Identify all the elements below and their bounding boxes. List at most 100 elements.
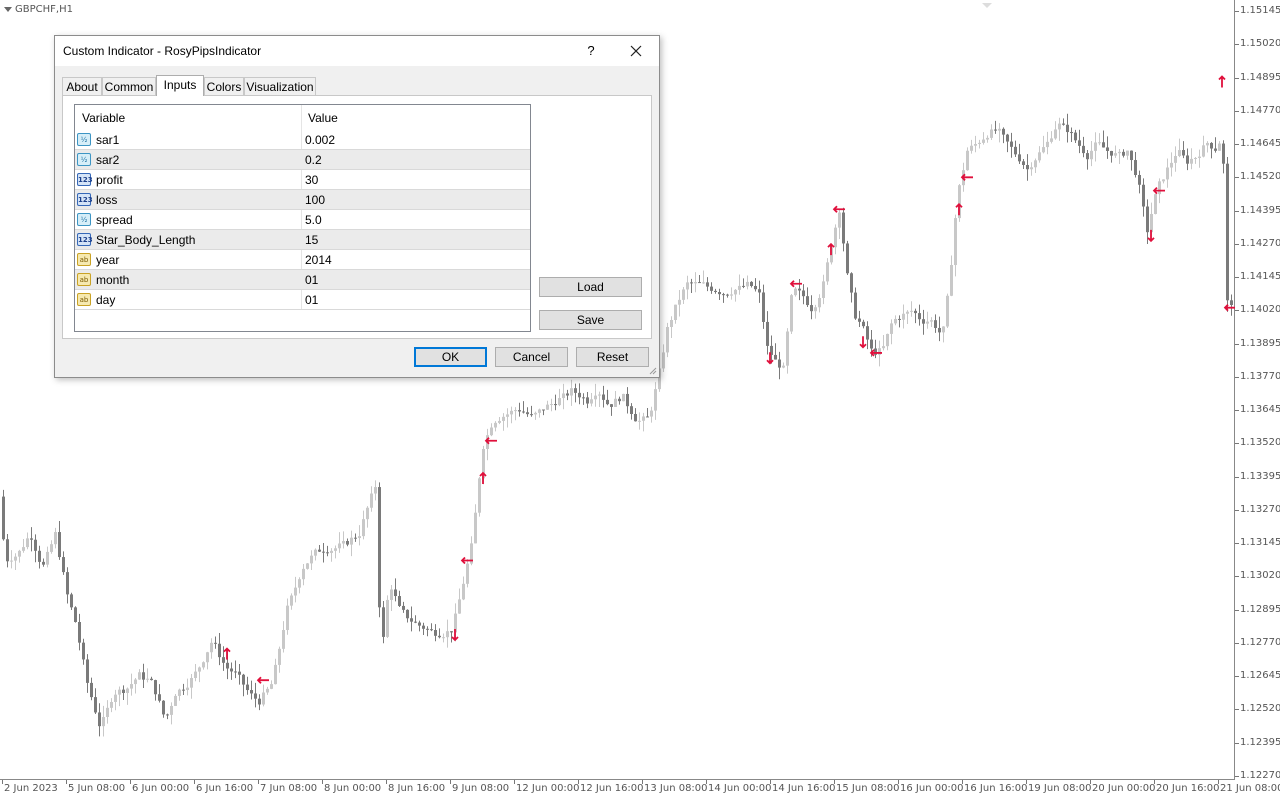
inputs-grid[interactable]: Variable Value ½ sar1 0.002 ½ sar2 0.2 123 prof… (74, 104, 531, 332)
candle-body (1130, 150, 1133, 161)
candle-body (1082, 145, 1085, 154)
save-button[interactable]: Save (539, 310, 642, 330)
candle-body (854, 292, 857, 319)
variable-name: spread (96, 213, 133, 227)
tab-colors[interactable]: Colors (204, 77, 244, 95)
candle-body (654, 389, 657, 411)
candle-body (1126, 150, 1129, 156)
candle-body (74, 607, 77, 622)
cancel-button[interactable]: Cancel (495, 347, 568, 367)
candle-body (442, 637, 445, 639)
help-button[interactable]: ? (576, 38, 606, 64)
candle-body (306, 563, 309, 569)
close-button[interactable] (621, 38, 651, 64)
candle-body (1138, 174, 1141, 185)
tab-visualization[interactable]: Visualization (244, 77, 316, 95)
signal-arrow-down-icon (451, 628, 459, 642)
candle-body (1142, 184, 1145, 207)
input-row-star-body-length[interactable]: 123 Star_Body_Length 15 (75, 230, 530, 250)
tab-common[interactable]: Common (102, 77, 156, 95)
time-label: 6 Jun 00:00 (132, 783, 190, 794)
time-label: 19 Jun 08:00 (1028, 783, 1092, 794)
price-tick (1235, 144, 1239, 146)
candle-body (138, 672, 141, 680)
variable-value[interactable]: 30 (305, 173, 318, 187)
candle-body (598, 394, 601, 396)
candle-body (274, 664, 277, 685)
candle-body (714, 290, 717, 293)
candle-body (10, 560, 13, 562)
variable-value[interactable]: 0.2 (305, 153, 322, 167)
column-header-value[interactable]: Value (308, 111, 338, 125)
candle-body (122, 689, 125, 693)
variable-value[interactable]: 2014 (305, 253, 332, 267)
variable-value[interactable]: 0.002 (305, 133, 335, 147)
dialog-titlebar[interactable]: Custom Indicator - RosyPipsIndicator ? (55, 36, 659, 66)
candle-body (102, 717, 105, 727)
candle-body (30, 538, 33, 540)
candle-body (286, 605, 289, 631)
candle-body (590, 399, 593, 404)
candle-body (634, 413, 637, 422)
candle-body (1198, 156, 1201, 158)
candle-body (522, 411, 525, 413)
candle-body (6, 539, 9, 562)
candle-body (762, 292, 765, 322)
variable-value[interactable]: 01 (305, 273, 318, 287)
input-row-profit[interactable]: 123 profit 30 (75, 170, 530, 190)
candle-body (1146, 206, 1149, 233)
price-tick (1235, 509, 1239, 511)
signal-arrow-up-icon (955, 202, 963, 216)
candle-body (538, 409, 541, 413)
load-button[interactable]: Load (539, 277, 642, 297)
input-row-sar1[interactable]: ½ sar1 0.002 (75, 130, 530, 150)
ok-button[interactable]: OK (414, 347, 487, 367)
price-label: 1.13895 (1240, 337, 1280, 349)
candle-body (1026, 164, 1029, 170)
candle-body (1230, 300, 1233, 305)
candle-body (510, 410, 513, 415)
input-row-month[interactable]: ab month 01 (75, 270, 530, 290)
candle-body (82, 642, 85, 660)
input-row-sar2[interactable]: ½ sar2 0.2 (75, 150, 530, 170)
candle-body (526, 412, 529, 415)
candle-body (1166, 167, 1169, 180)
signal-arrow-left-icon (484, 437, 497, 445)
input-row-loss[interactable]: 123 loss 100 (75, 190, 530, 210)
price-tick (1235, 77, 1239, 79)
variable-value[interactable]: 01 (305, 293, 318, 307)
candle-body (730, 294, 733, 296)
input-row-spread[interactable]: ½ spread 5.0 (75, 210, 530, 230)
candle-body (1098, 142, 1101, 144)
candle-body (266, 688, 269, 693)
signal-arrow-left-icon (960, 173, 973, 181)
candle-body (1014, 146, 1017, 155)
input-row-day[interactable]: ab day 01 (75, 290, 530, 310)
candle-body (182, 689, 185, 691)
candle-body (410, 618, 413, 622)
price-label: 1.13395 (1240, 470, 1280, 482)
time-label: 8 Jun 00:00 (324, 783, 382, 794)
variable-value[interactable]: 100 (305, 193, 325, 207)
tab-about[interactable]: About (62, 77, 102, 95)
candle-body (278, 648, 281, 665)
candle-body (406, 609, 409, 619)
candle-body (178, 689, 181, 696)
tab-inputs[interactable]: Inputs (156, 75, 204, 96)
candle-body (390, 589, 393, 600)
chart-shift-marker-icon (982, 3, 992, 8)
inputs-tab-panel: Variable Value ½ sar1 0.002 ½ sar2 0.2 123 prof… (62, 95, 652, 339)
variable-value[interactable]: 5.0 (305, 213, 322, 227)
candle-body (234, 671, 237, 673)
candle-body (1090, 150, 1093, 160)
candle-body (1102, 142, 1105, 148)
reset-button[interactable]: Reset (576, 347, 649, 367)
input-row-year[interactable]: ab year 2014 (75, 250, 530, 270)
variable-value[interactable]: 15 (305, 233, 318, 247)
column-header-variable[interactable]: Variable (82, 111, 125, 125)
resize-grip-icon[interactable] (649, 367, 657, 375)
time-tick (578, 780, 579, 784)
candle-body (58, 532, 61, 558)
candle-body (842, 212, 845, 244)
candle-body (906, 311, 909, 314)
